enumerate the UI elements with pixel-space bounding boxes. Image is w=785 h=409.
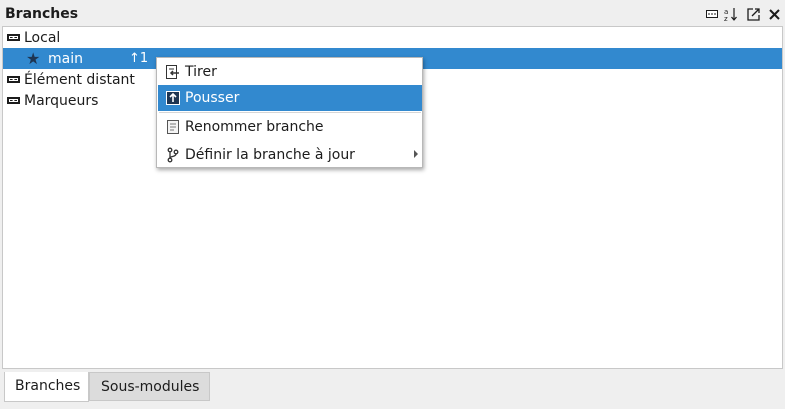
menu-item-label: Définir la branche à jour [185, 147, 355, 163]
context-menu: Tirer Pousser Renommer branche Définir l… [156, 57, 423, 168]
collapse-icon[interactable] [704, 6, 720, 22]
menu-item-label: Renommer branche [185, 119, 324, 135]
pull-icon [165, 64, 181, 80]
tab-label: Branches [15, 378, 81, 394]
star-icon: ★ [26, 49, 41, 68]
tree-group-label: Élément distant [24, 72, 135, 88]
tab-branches[interactable]: Branches [4, 372, 89, 402]
group-icon [7, 34, 20, 41]
tree-group-label: Marqueurs [24, 93, 99, 109]
dock-header: Branches az [0, 0, 785, 26]
menu-item-set-upstream[interactable]: Définir la branche à jour [158, 142, 422, 168]
menu-separator [159, 112, 421, 113]
menu-item-pull[interactable]: Tirer [158, 59, 422, 85]
push-icon [165, 90, 181, 106]
menu-item-label: Tirer [185, 64, 217, 80]
close-icon[interactable] [766, 6, 782, 22]
tab-submodules[interactable]: Sous-modules [89, 372, 210, 401]
branch-icon [165, 147, 181, 163]
tab-label: Sous-modules [101, 379, 200, 395]
group-icon [7, 97, 20, 104]
ahead-count: ↑1 [129, 51, 149, 66]
tree-group-label: Local [24, 30, 61, 46]
branch-name: main [48, 51, 83, 67]
menu-item-push[interactable]: Pousser [158, 85, 422, 111]
group-icon [7, 76, 20, 83]
popout-icon[interactable] [745, 6, 761, 22]
menu-item-rename[interactable]: Renommer branche [158, 114, 422, 140]
rename-icon [165, 119, 181, 135]
submenu-arrow-icon [414, 150, 418, 158]
sort-alpha-icon[interactable]: az [723, 6, 739, 22]
menu-item-label: Pousser [185, 90, 240, 106]
svg-text:z: z [724, 15, 728, 21]
dock-title: Branches [5, 6, 79, 22]
tree-group-local[interactable]: Local [3, 27, 782, 48]
